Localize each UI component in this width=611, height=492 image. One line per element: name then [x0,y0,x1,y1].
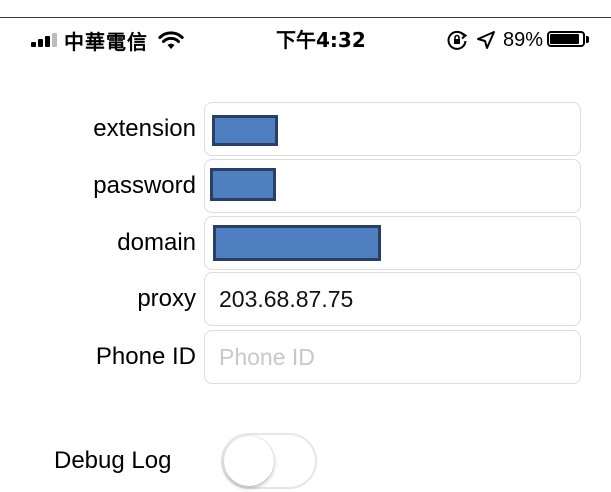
phone-id-placeholder: Phone ID [219,344,315,370]
phone-id-row: Phone ID Phone ID [0,330,611,384]
redacted-value [210,168,276,201]
domain-label: domain [117,229,196,256]
domain-field[interactable] [204,216,581,270]
password-label: password [93,172,196,199]
status-time: 下午4:32 [276,28,366,52]
debug-log-label: Debug Log [54,447,172,474]
extension-row: extension [0,102,611,156]
status-bar: 中華電信 下午4:32 89% [0,18,611,62]
extension-field[interactable] [204,102,581,156]
redacted-value [212,115,278,146]
domain-row: domain [0,216,611,270]
toggle-knob[interactable] [224,436,274,486]
battery-fill [550,34,579,44]
signal-icon [31,31,61,49]
battery-icon [547,30,593,50]
redacted-value [213,225,381,261]
status-right: 89% [446,27,593,53]
proxy-label: proxy [137,285,196,312]
carrier-name: 中華電信 [64,29,148,54]
phone-id-label: Phone ID [95,343,196,370]
password-field[interactable] [204,159,581,213]
debug-log-toggle[interactable] [221,433,317,489]
extension-label: extension [93,115,196,142]
proxy-row: proxy 203.68.87.75 [0,272,611,326]
phone-id-field[interactable]: Phone ID [204,330,581,384]
rotation-lock-icon [447,30,468,50]
location-arrow-icon [477,31,495,49]
proxy-field[interactable]: 203.68.87.75 [204,272,581,326]
wifi-icon [158,31,184,49]
proxy-value: 203.68.87.75 [219,286,354,312]
battery-percent: 89% [503,29,544,51]
status-left: 中華電信 [31,27,184,54]
password-row: password [0,159,611,213]
